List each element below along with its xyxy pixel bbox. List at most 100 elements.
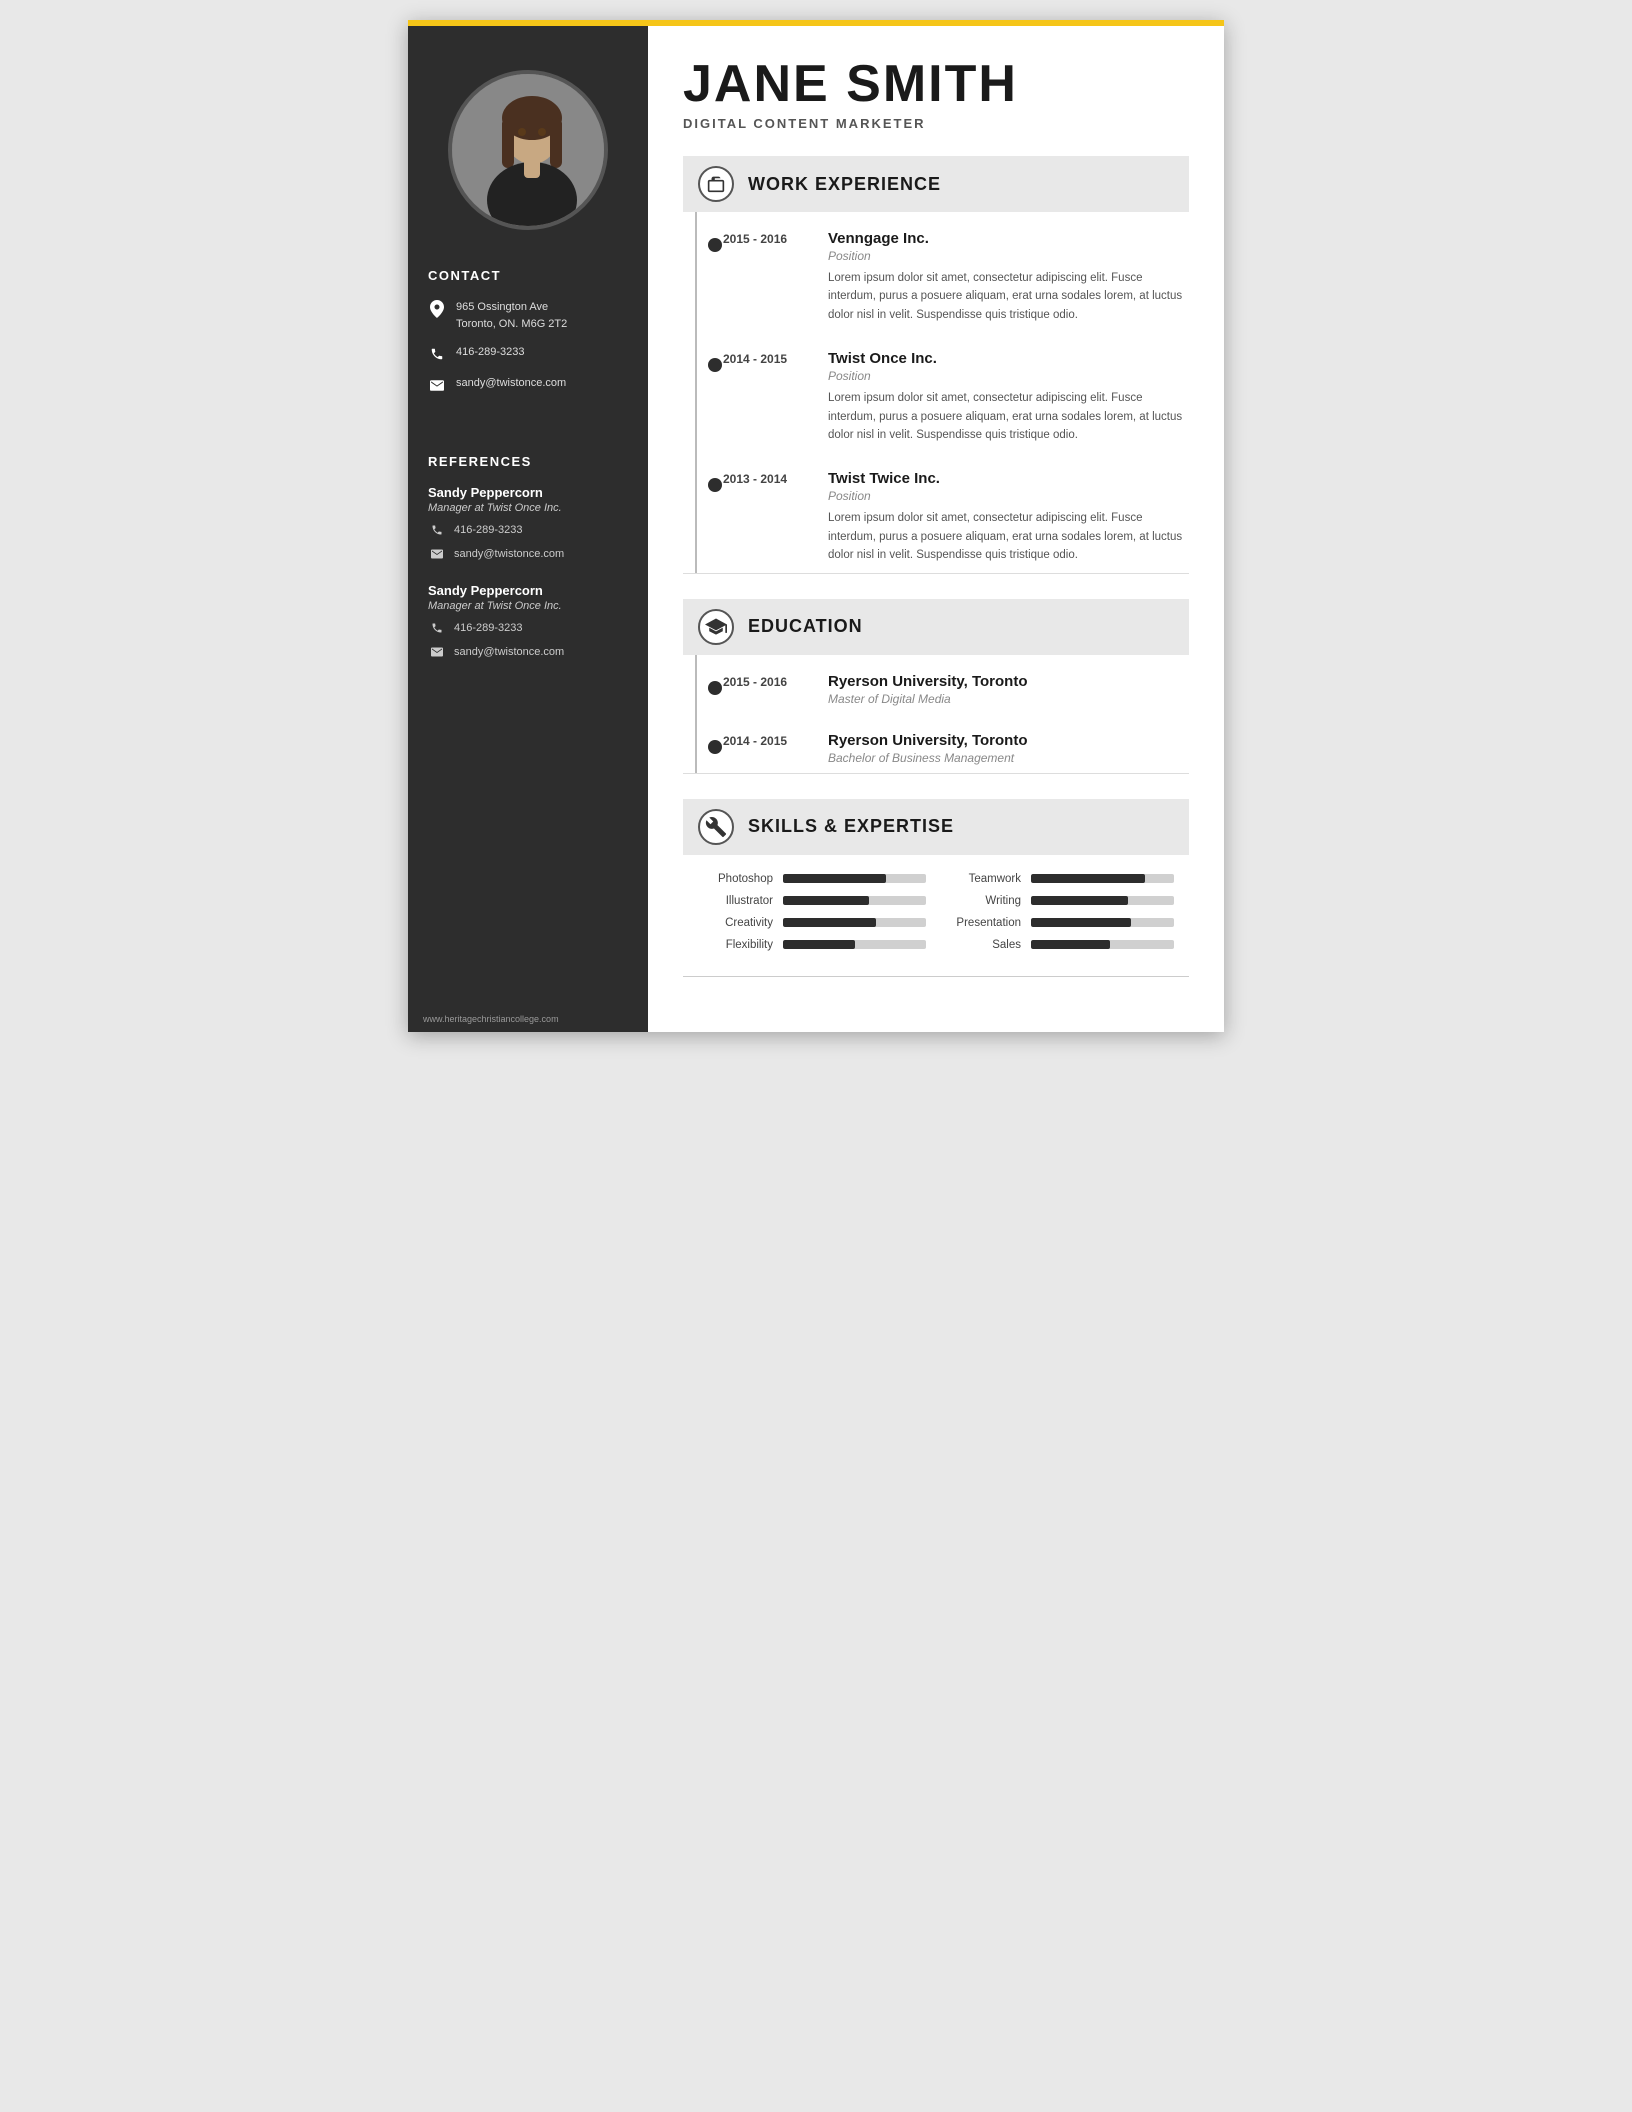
education-timeline: 2015 - 2016 Ryerson University, Toronto … bbox=[683, 655, 1189, 774]
contact-section: CONTACT 965 Ossington Ave Toronto, ON. M… bbox=[428, 260, 628, 406]
contact-phone: 416-289-3233 bbox=[428, 344, 628, 363]
edu-item-2: 2014 - 2015 Ryerson University, Toronto … bbox=[703, 714, 1189, 773]
education-section: EDUCATION 2015 - 2016 Ryerson University… bbox=[683, 599, 1189, 774]
watermark: www.heritagechristiancollege.com bbox=[423, 1014, 559, 1024]
edu-institution-2: Ryerson University, Toronto bbox=[828, 732, 1189, 749]
edu-item-1: 2015 - 2016 Ryerson University, Toronto … bbox=[703, 655, 1189, 714]
skill-photoshop-label: Photoshop bbox=[698, 873, 773, 885]
work-experience-section: WORK EXPERIENCE 2015 - 2016 Venngage Inc… bbox=[683, 156, 1189, 574]
ref1-email-icon bbox=[428, 545, 446, 563]
ref2-email-text: sandy@twistonce.com bbox=[454, 646, 564, 658]
work-experience-title: WORK EXPERIENCE bbox=[748, 174, 941, 195]
skill-illustrator-bar-bg bbox=[783, 896, 926, 905]
address-text: 965 Ossington Ave Toronto, ON. M6G 2T2 bbox=[456, 299, 567, 332]
skill-teamwork-label: Teamwork bbox=[946, 873, 1021, 885]
ref2-phone-icon bbox=[428, 619, 446, 637]
ref2-email-icon bbox=[428, 643, 446, 661]
skills-right-col: Teamwork Writing Presentation bbox=[946, 873, 1174, 961]
skill-presentation-bar-fill bbox=[1031, 918, 1131, 927]
location-icon bbox=[428, 300, 446, 318]
ref2-name: Sandy Peppercorn bbox=[428, 583, 628, 598]
work-date-1: 2015 - 2016 bbox=[723, 232, 808, 324]
skill-creativity: Creativity bbox=[698, 917, 926, 929]
contact-title: CONTACT bbox=[428, 268, 628, 283]
ref1-title: Manager at Twist Once Inc. bbox=[428, 502, 628, 514]
skills-header: SKILLS & EXPERTISE bbox=[683, 799, 1189, 855]
avatar-image bbox=[452, 70, 604, 230]
skill-flexibility: Flexibility bbox=[698, 939, 926, 951]
reference-item-1: Sandy Peppercorn Manager at Twist Once I… bbox=[428, 485, 628, 563]
work-date-3: 2013 - 2014 bbox=[723, 472, 808, 564]
briefcase-icon bbox=[698, 166, 734, 202]
skill-flexibility-label: Flexibility bbox=[698, 939, 773, 951]
references-title: REFERENCES bbox=[428, 454, 628, 469]
skills-title: SKILLS & EXPERTISE bbox=[748, 816, 954, 837]
work-desc-1: Lorem ipsum dolor sit amet, consectetur … bbox=[828, 269, 1189, 324]
work-date-2: 2014 - 2015 bbox=[723, 352, 808, 444]
edu-degree-2: Bachelor of Business Management bbox=[828, 751, 1189, 765]
skill-creativity-bar-bg bbox=[783, 918, 926, 927]
work-company-3: Twist Twice Inc. bbox=[828, 470, 1189, 487]
work-position-1: Position bbox=[828, 249, 1189, 263]
skill-creativity-label: Creativity bbox=[698, 917, 773, 929]
ref1-email-row: sandy@twistonce.com bbox=[428, 544, 628, 563]
references-section: REFERENCES Sandy Peppercorn Manager at T… bbox=[428, 446, 628, 681]
person-name: JANE SMITH bbox=[683, 58, 1189, 110]
ref1-name: Sandy Peppercorn bbox=[428, 485, 628, 500]
ref2-phone-text: 416-289-3233 bbox=[454, 622, 523, 634]
contact-email: sandy@twistonce.com bbox=[428, 375, 628, 394]
ref1-phone-text: 416-289-3233 bbox=[454, 524, 523, 536]
skill-flexibility-bar-fill bbox=[783, 940, 855, 949]
avatar bbox=[448, 70, 608, 230]
email-icon bbox=[428, 376, 446, 394]
work-body-2: Twist Once Inc. Position Lorem ipsum dol… bbox=[828, 350, 1189, 444]
contact-address: 965 Ossington Ave Toronto, ON. M6G 2T2 bbox=[428, 299, 628, 332]
skills-section: SKILLS & EXPERTISE Photoshop Illustrator bbox=[683, 799, 1189, 977]
skill-sales-bar-bg bbox=[1031, 940, 1174, 949]
skill-illustrator: Illustrator bbox=[698, 895, 926, 907]
skill-flexibility-bar-bg bbox=[783, 940, 926, 949]
skill-photoshop-bar-fill bbox=[783, 874, 886, 883]
ref1-phone-icon bbox=[428, 521, 446, 539]
skill-sales-label: Sales bbox=[946, 939, 1021, 951]
ref1-email-text: sandy@twistonce.com bbox=[454, 548, 564, 560]
skills-bottom-line bbox=[683, 976, 1189, 977]
skill-teamwork-bar-fill bbox=[1031, 874, 1145, 883]
skills-left-col: Photoshop Illustrator Creativity bbox=[698, 873, 926, 961]
work-position-3: Position bbox=[828, 489, 1189, 503]
tools-icon bbox=[698, 809, 734, 845]
work-experience-header: WORK EXPERIENCE bbox=[683, 156, 1189, 212]
ref2-email-row: sandy@twistonce.com bbox=[428, 642, 628, 661]
work-company-1: Venngage Inc. bbox=[828, 230, 1189, 247]
skill-presentation: Presentation bbox=[946, 917, 1174, 929]
work-item-2: 2014 - 2015 Twist Once Inc. Position Lor… bbox=[703, 332, 1189, 452]
avatar-svg bbox=[452, 70, 604, 230]
education-title: EDUCATION bbox=[748, 616, 863, 637]
skill-creativity-bar-fill bbox=[783, 918, 876, 927]
work-item-1: 2015 - 2016 Venngage Inc. Position Lorem… bbox=[703, 212, 1189, 332]
skill-writing-bar-fill bbox=[1031, 896, 1128, 905]
ref1-phone-row: 416-289-3233 bbox=[428, 520, 628, 539]
edu-degree-1: Master of Digital Media bbox=[828, 692, 1189, 706]
person-title: DIGITAL CONTENT MARKETER bbox=[683, 116, 1189, 131]
main-content: JANE SMITH DIGITAL CONTENT MARKETER WORK… bbox=[648, 20, 1224, 1032]
name-section: JANE SMITH DIGITAL CONTENT MARKETER bbox=[683, 58, 1189, 131]
work-item-3: 2013 - 2014 Twist Twice Inc. Position Lo… bbox=[703, 452, 1189, 572]
skill-presentation-label: Presentation bbox=[946, 917, 1021, 929]
skill-writing: Writing bbox=[946, 895, 1174, 907]
ref2-title: Manager at Twist Once Inc. bbox=[428, 600, 628, 612]
education-header: EDUCATION bbox=[683, 599, 1189, 655]
work-body-1: Venngage Inc. Position Lorem ipsum dolor… bbox=[828, 230, 1189, 324]
skill-presentation-bar-bg bbox=[1031, 918, 1174, 927]
skill-writing-label: Writing bbox=[946, 895, 1021, 907]
work-position-2: Position bbox=[828, 369, 1189, 383]
edu-date-1: 2015 - 2016 bbox=[723, 675, 808, 706]
edu-date-2: 2014 - 2015 bbox=[723, 734, 808, 765]
edu-body-2: Ryerson University, Toronto Bachelor of … bbox=[828, 732, 1189, 765]
email-text: sandy@twistonce.com bbox=[456, 375, 566, 392]
skills-grid: Photoshop Illustrator Creativity bbox=[683, 855, 1189, 976]
skill-teamwork: Teamwork bbox=[946, 873, 1174, 885]
work-body-3: Twist Twice Inc. Position Lorem ipsum do… bbox=[828, 470, 1189, 564]
work-desc-2: Lorem ipsum dolor sit amet, consectetur … bbox=[828, 389, 1189, 444]
skill-photoshop: Photoshop bbox=[698, 873, 926, 885]
